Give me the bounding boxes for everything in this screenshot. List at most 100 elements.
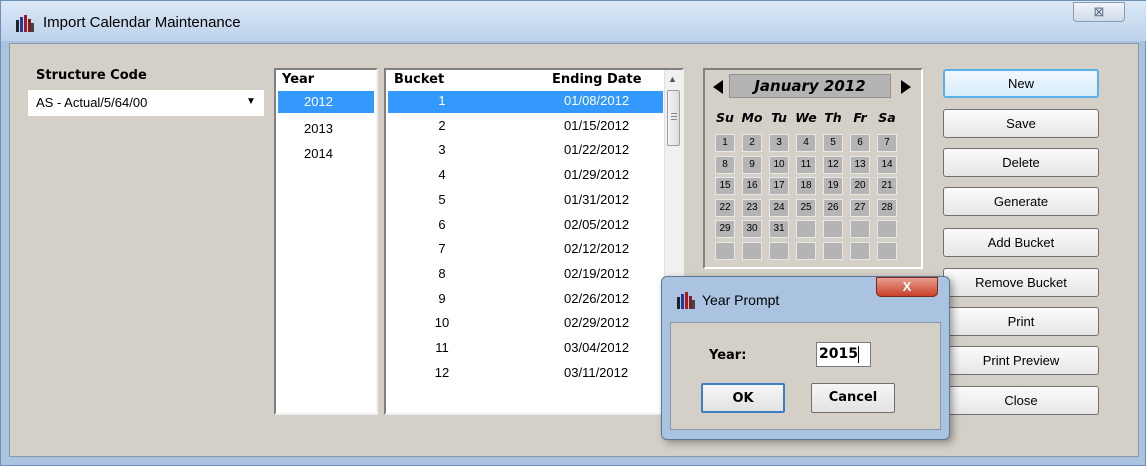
calendar-day[interactable]: 10 (769, 155, 789, 174)
bucket-number-cell[interactable]: 9 (422, 291, 462, 306)
weekday-label: Fr (853, 110, 867, 125)
calendar-empty-cell (877, 220, 897, 238)
close-button[interactable]: Close (943, 386, 1099, 415)
bucket-list[interactable]: Bucket Ending Date ▲ 1 01/08/2012 2 01/15/2… (384, 68, 684, 415)
calendar-day[interactable]: 19 (823, 177, 843, 195)
ending-date-cell[interactable]: 03/04/2012 (564, 340, 629, 355)
calendar-empty-cell (823, 220, 843, 238)
bucket-number-cell[interactable]: 5 (422, 192, 462, 207)
remove-bucket-button[interactable]: Remove Bucket (943, 268, 1099, 297)
calendar-day[interactable]: 30 (742, 220, 762, 238)
calendar-day[interactable]: 15 (715, 177, 735, 195)
ending-date-cell[interactable]: 02/26/2012 (564, 291, 629, 306)
calendar-day[interactable]: 26 (823, 198, 843, 217)
bucket-number-cell[interactable]: 2 (422, 118, 462, 133)
delete-button[interactable]: Delete (943, 148, 1099, 177)
calendar-empty-cell (850, 220, 870, 238)
weekday-label: Sa (878, 110, 896, 125)
scroll-up-arrow-icon[interactable]: ▲ (668, 74, 677, 84)
calendar-day[interactable]: 24 (769, 198, 789, 217)
bucket-number-cell[interactable]: 6 (422, 217, 462, 232)
bucket-number-cell[interactable]: 10 (422, 315, 462, 330)
calendar-day[interactable]: 11 (796, 155, 816, 174)
calendar-day[interactable]: 4 (796, 134, 816, 152)
year-input[interactable]: 2015 (816, 342, 871, 367)
bucket-number-cell[interactable]: 11 (422, 340, 462, 355)
ending-date-cell[interactable]: 03/11/2012 (564, 365, 628, 380)
calendar-empty-cell (742, 241, 762, 260)
calendar-day[interactable]: 21 (877, 177, 897, 195)
calendar-empty-cell (796, 241, 816, 260)
ending-date-cell[interactable]: 01/08/2012 (564, 93, 629, 108)
calendar-day[interactable]: 29 (715, 220, 735, 238)
calendar-day[interactable]: 22 (715, 198, 735, 217)
calendar-day[interactable]: 20 (850, 177, 870, 195)
calendar-empty-cell (823, 241, 843, 260)
year-item[interactable]: 2014 (304, 146, 333, 161)
calendar-day[interactable]: 13 (850, 155, 870, 174)
calendar-day[interactable]: 28 (877, 198, 897, 217)
calendar-day[interactable]: 8 (715, 155, 735, 174)
save-button[interactable]: Save (943, 109, 1099, 138)
calendar-day[interactable]: 27 (850, 198, 870, 217)
calendar-day[interactable]: 25 (796, 198, 816, 217)
ending-date-cell[interactable]: 02/12/2012 (564, 241, 629, 256)
calendar-day[interactable]: 2 (742, 134, 762, 152)
ending-date-cell[interactable]: 01/31/2012 (564, 192, 629, 207)
calendar-day[interactable]: 23 (742, 198, 762, 217)
bucket-number-cell[interactable]: 1 (422, 93, 462, 108)
weekday-label: Tu (771, 110, 787, 125)
dialog-client-area: Year: 2015 OK Cancel (670, 322, 941, 430)
bucket-number-cell[interactable]: 12 (422, 365, 462, 380)
window-close-button[interactable]: ⊠ (1073, 2, 1125, 22)
calendar-day[interactable]: 9 (742, 155, 762, 174)
structure-code-dropdown[interactable]: AS - Actual/5/64/00 ▼ (28, 90, 264, 116)
ending-date-cell[interactable]: 01/15/2012 (564, 118, 629, 133)
print-preview-button[interactable]: Print Preview (943, 346, 1099, 375)
month-calendar[interactable]: January 2012 Su Mo Tu We Th Fr Sa 1 2 3 4 5 6 7 8 9 10 11… (703, 68, 923, 269)
previous-month-arrow-icon[interactable] (713, 80, 723, 94)
dropdown-arrow-icon[interactable]: ▼ (246, 96, 256, 107)
bucket-number-cell[interactable]: 4 (422, 167, 462, 182)
weekday-label: Mo (741, 110, 763, 125)
add-bucket-button[interactable]: Add Bucket (943, 228, 1099, 257)
year-item[interactable]: 2013 (304, 121, 333, 136)
dialog-title: Year Prompt (702, 292, 780, 308)
weekday-label: Th (824, 110, 842, 125)
calendar-day[interactable]: 18 (796, 177, 816, 195)
ending-date-cell[interactable]: 01/22/2012 (564, 142, 629, 157)
ending-date-cell[interactable]: 02/19/2012 (564, 266, 629, 281)
weekday-label: We (795, 110, 817, 125)
year-list[interactable]: Year 2012 2013 2014 (274, 68, 378, 415)
calendar-day[interactable]: 12 (823, 155, 843, 174)
calendar-day[interactable]: 31 (769, 220, 789, 238)
new-button[interactable]: New (943, 69, 1099, 98)
year-prompt-dialog: Year Prompt X Year: 2015 OK Cancel (661, 276, 950, 440)
calendar-day[interactable]: 1 (715, 134, 735, 152)
calendar-day[interactable]: 17 (769, 177, 789, 195)
bucket-number-cell[interactable]: 8 (422, 266, 462, 281)
ending-date-cell[interactable]: 02/05/2012 (564, 217, 629, 232)
calendar-day[interactable]: 14 (877, 155, 897, 174)
structure-code-label: Structure Code (36, 68, 147, 83)
ending-date-cell[interactable]: 01/29/2012 (564, 167, 629, 182)
calendar-day[interactable]: 6 (850, 134, 870, 152)
ending-date-cell[interactable]: 02/29/2012 (564, 315, 629, 330)
year-list-header: Year (282, 72, 315, 87)
title-bar: Import Calendar Maintenance ⊠ (1, 1, 1146, 41)
calendar-day[interactable]: 5 (823, 134, 843, 152)
year-item-selected[interactable]: 2012 (278, 91, 374, 113)
next-month-arrow-icon[interactable] (901, 80, 911, 94)
calendar-day[interactable]: 16 (742, 177, 762, 195)
print-button[interactable]: Print (943, 307, 1099, 336)
calendar-day[interactable]: 7 (877, 134, 897, 152)
scrollbar-thumb[interactable] (667, 90, 680, 146)
bucket-number-cell[interactable]: 7 (422, 241, 462, 256)
close-icon: X (902, 279, 912, 294)
ok-button[interactable]: OK (701, 383, 785, 413)
calendar-day[interactable]: 3 (769, 134, 789, 152)
bucket-number-cell[interactable]: 3 (422, 142, 462, 157)
cancel-button[interactable]: Cancel (811, 383, 895, 413)
dialog-close-button[interactable]: X (876, 277, 938, 297)
generate-button[interactable]: Generate (943, 187, 1099, 216)
